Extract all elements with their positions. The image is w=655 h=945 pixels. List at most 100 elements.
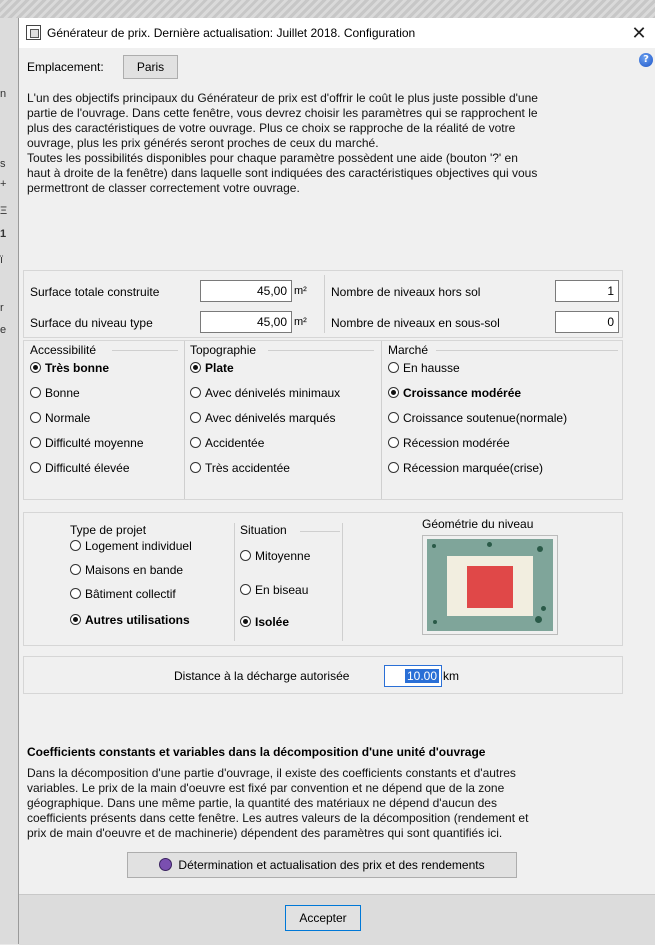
group-rule (112, 350, 178, 351)
total-surface-label: Surface totale construite (30, 285, 160, 299)
radio-icon (190, 462, 201, 473)
plan-building (467, 566, 513, 608)
radio-icon (70, 540, 81, 551)
bg-fragment: e (0, 324, 7, 336)
type-surface-unit: m² (294, 316, 307, 328)
distance-unit: km (443, 669, 459, 683)
plan-tree (537, 546, 543, 552)
radio-selected-icon (190, 362, 201, 373)
plan-tree (541, 606, 546, 611)
geometrie-title: Géométrie du niveau (422, 517, 534, 531)
determination-button[interactable]: Détermination et actualisation des prix … (127, 852, 517, 878)
radio-situation-en-biseau[interactable]: En biseau (240, 583, 308, 603)
background-window-strip: n s + Ξ 1 ï r e (0, 0, 18, 944)
surfaces-divider (324, 275, 325, 333)
bg-fragment: 1 (0, 228, 7, 240)
radio-accessibilite-bonne[interactable]: Bonne (30, 386, 80, 406)
total-surface-unit: m² (294, 285, 307, 297)
radio-projet-maisons-en-bande[interactable]: Maisons en bande (70, 563, 183, 583)
coefficients-heading: Coefficients constants et variables dans… (27, 745, 486, 759)
coefficients-text: Dans la décomposition d'une partie d'ouv… (27, 766, 529, 840)
radio-topographie-plate[interactable]: Plate (190, 361, 234, 381)
levels-above-label: Nombre de niveaux hors sol (331, 285, 481, 299)
radio-situation-isolee[interactable]: Isolée (240, 615, 289, 635)
distance-input[interactable]: 10.00 (384, 665, 442, 687)
radio-marche-croissance-moderee[interactable]: Croissance modérée (388, 386, 521, 406)
bg-fragment: ï (0, 254, 4, 266)
bg-fragment: n (0, 88, 7, 100)
radio-situation-mitoyenne[interactable]: Mitoyenne (240, 549, 310, 569)
levels-above-input[interactable]: 1 (555, 280, 619, 302)
dialog-content: Emplacement: Paris L'un des objectifs pr… (19, 48, 655, 945)
radio-topographie-accidentee[interactable]: Accidentée (190, 436, 264, 456)
radio-projet-logement-individuel[interactable]: Logement individuel (70, 539, 192, 559)
radio-accessibilite-tres-bonne[interactable]: Très bonne (30, 361, 109, 381)
plan-tree (535, 616, 542, 623)
dialog-footer: Accepter (19, 894, 655, 945)
radio-icon (70, 588, 81, 599)
intro-text: L'un des objectifs principaux du Générat… (27, 91, 538, 195)
location-button[interactable]: Paris (123, 55, 178, 79)
radio-icon (70, 564, 81, 575)
topographie-title: Topographie (190, 343, 257, 357)
location-label: Emplacement: (27, 60, 104, 74)
radio-accessibilite-normale[interactable]: Normale (30, 411, 90, 431)
parameters-panel: Accessibilité Très bonne Bonne Normale D… (23, 340, 623, 500)
radio-icon (190, 437, 201, 448)
surfaces-panel: Surface totale construite 45,00 m² Surfa… (23, 270, 623, 338)
window-title: Générateur de prix. Dernière actualisati… (47, 26, 416, 40)
column-divider (381, 341, 382, 499)
levels-below-input[interactable]: 0 (555, 311, 619, 333)
radio-marche-croissance-soutenue[interactable]: Croissance soutenue(normale) (388, 411, 567, 431)
radio-icon (388, 362, 399, 373)
bg-fragment: + (0, 178, 7, 190)
book-icon (159, 858, 173, 871)
column-divider (184, 341, 185, 499)
determination-label: Détermination et actualisation des prix … (178, 858, 485, 872)
bg-fragment: s (0, 158, 6, 170)
radio-icon (30, 387, 41, 398)
radio-icon (388, 412, 399, 423)
marche-title: Marché (388, 343, 429, 357)
plan-tree (487, 542, 492, 547)
group-rule (268, 350, 374, 351)
radio-icon (240, 584, 251, 595)
distance-panel: Distance à la décharge autorisée 10.00 k… (23, 656, 623, 694)
radio-accessibilite-difficulte-elevee[interactable]: Difficulté élevée (30, 461, 130, 481)
close-button[interactable]: ✕ (622, 18, 655, 48)
accept-button[interactable]: Accepter (285, 905, 361, 931)
bg-fragment: Ξ (0, 205, 8, 217)
radio-icon (190, 387, 201, 398)
distance-value: 10.00 (404, 669, 439, 683)
app-icon (26, 25, 41, 40)
radio-marche-recession-marquee[interactable]: Récession marquée(crise) (388, 461, 543, 481)
radio-accessibilite-difficulte-moyenne[interactable]: Difficulté moyenne (30, 436, 144, 456)
total-surface-input[interactable]: 45,00 (200, 280, 292, 302)
radio-icon (30, 412, 41, 423)
radio-projet-autres-utilisations[interactable]: Autres utilisations (70, 613, 190, 633)
distance-label: Distance à la décharge autorisée (174, 669, 350, 683)
radio-icon (190, 412, 201, 423)
radio-icon (30, 437, 41, 448)
radio-selected-icon (240, 616, 251, 627)
radio-selected-icon (30, 362, 41, 373)
type-surface-input[interactable]: 45,00 (200, 311, 292, 333)
radio-marche-recession-moderee[interactable]: Récession modérée (388, 436, 510, 456)
radio-topographie-denivele-marques[interactable]: Avec dénivelés marqués (190, 411, 336, 431)
background-stripe (0, 0, 655, 18)
type-projet-title: Type de projet (70, 523, 147, 537)
group-rule (300, 531, 340, 532)
config-dialog: Générateur de prix. Dernière actualisati… (18, 18, 655, 945)
project-panel: Type de projet Logement individuel Maiso… (23, 512, 623, 646)
radio-projet-batiment-collectif[interactable]: Bâtiment collectif (70, 587, 176, 607)
column-divider (234, 523, 235, 641)
title-bar: Générateur de prix. Dernière actualisati… (19, 18, 655, 48)
radio-marche-en-hausse[interactable]: En hausse (388, 361, 460, 381)
radio-icon (388, 437, 399, 448)
levels-below-label: Nombre de niveaux en sous-sol (331, 316, 500, 330)
radio-topographie-tres-accidentee[interactable]: Très accidentée (190, 461, 290, 481)
plan-tree (432, 544, 436, 548)
column-divider (342, 523, 343, 641)
bg-fragment: r (0, 302, 4, 314)
radio-topographie-denivele-minimaux[interactable]: Avec dénivelés minimaux (190, 386, 340, 406)
